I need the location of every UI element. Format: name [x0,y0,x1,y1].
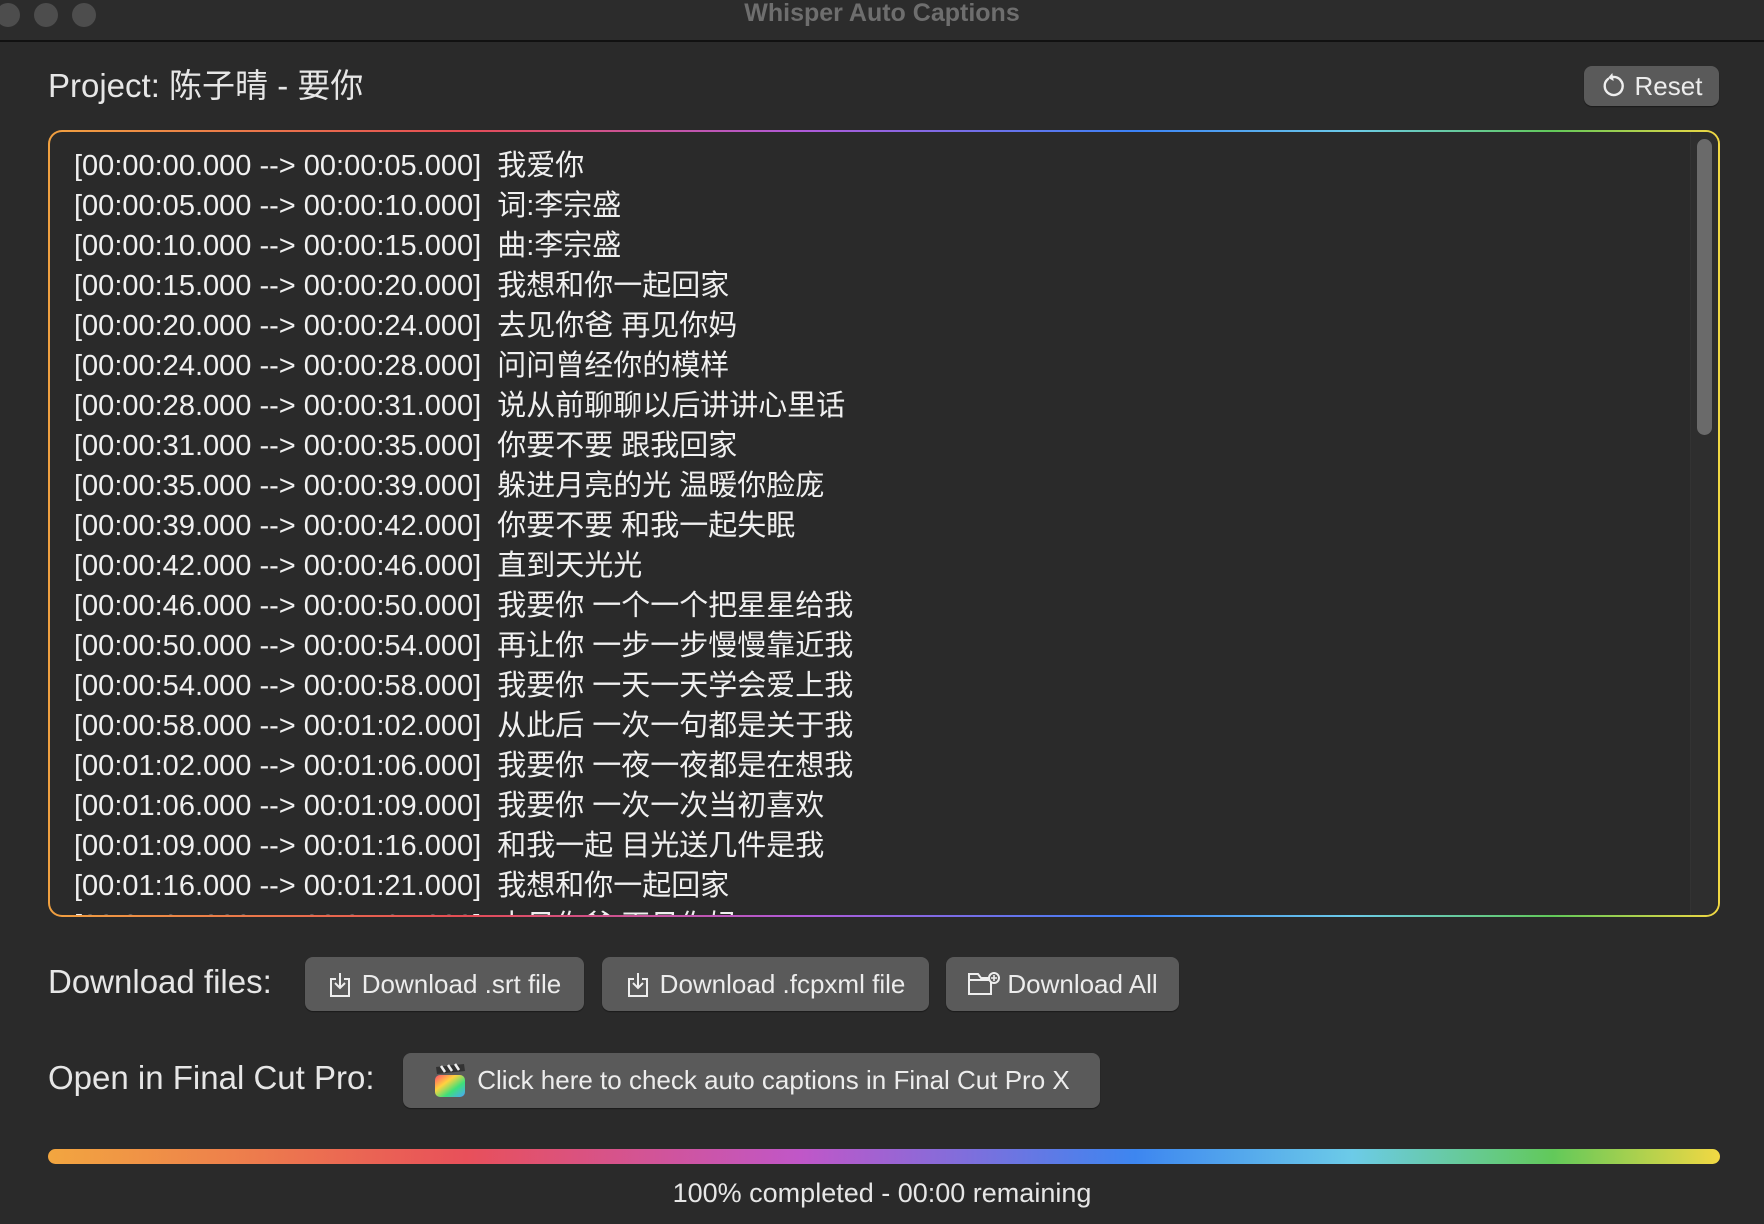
caption-line: [00:00:24.000 --> 00:00:28.000] 问问曾经你的模样 [74,350,730,382]
caption-line: [00:00:35.000 --> 00:00:39.000] 躲进月亮的光 温… [74,470,825,502]
folder-add-icon [967,970,1001,998]
reset-label: Reset [1634,70,1703,101]
final-cut-pro-icon [433,1062,467,1099]
open-final-cut-button[interactable]: Click here to check auto captions in Fin… [403,1053,1100,1108]
caption-line: [00:01:21.000 --> 00:01:25.000] 去见你爸 再见你… [74,906,853,915]
caption-line: [00:00:28.000 --> 00:00:31.000] 说从前聊聊以后讲… [74,390,846,422]
caption-line: [00:00:00.000 --> 00:00:05.000] 我爱你 [74,150,585,182]
caption-line: [00:00:42.000 --> 00:00:46.000] 直到天光光 [74,550,643,582]
download-fcpxml-label: Download .fcpxml file [659,968,906,999]
window-title: Whisper Auto Captions [744,0,1020,27]
caption-line: [00:00:31.000 --> 00:00:35.000] 你要不要 跟我回… [74,430,738,462]
download-fcpxml-button[interactable]: Download .fcpxml file [602,957,929,1011]
caption-line: [00:00:54.000 --> 00:00:58.000] 我要你 一天一天… [74,670,854,702]
final-cut-label: Open in Final Cut Pro: [48,1059,375,1096]
caption-line: [00:00:58.000 --> 00:01:02.000] 从此后 一次一句… [74,710,854,742]
caption-line: [00:00:39.000 --> 00:00:42.000] 你要不要 和我一… [74,510,796,542]
caption-line: [00:00:05.000 --> 00:00:10.000] 词:李宗盛 [74,190,622,222]
caption-line: [00:00:10.000 --> 00:00:15.000] 曲:李宗盛 [74,230,622,262]
caption-line: [00:01:16.000 --> 00:01:21.000] 我想和你一起回家 [74,870,730,902]
scrollbar-thumb[interactable] [1697,139,1712,435]
caption-line: [00:01:02.000 --> 00:01:06.000] 我要你 一夜一夜… [74,750,854,782]
download-srt-label: Download .srt file [361,968,562,999]
caption-line: [00:00:46.000 --> 00:00:50.000] 我要你 一个一个… [74,590,854,622]
project-title: Project: 陈子晴 - 要你 [48,67,364,104]
reset-button[interactable]: Reset [1584,66,1719,106]
caption-line: [00:00:15.000 --> 00:00:20.000] 我想和你一起回家 [74,270,730,302]
caption-line: [00:01:06.000 --> 00:01:09.000] 我要你 一次一次… [74,790,825,822]
reset-icon [1601,73,1625,99]
download-files-label: Download files: [48,963,272,1000]
open-final-cut-label: Click here to check auto captions in Fin… [477,1065,1070,1095]
download-all-label: Download All [1007,968,1158,999]
download-icon [328,970,352,998]
progress-bar [48,1149,1720,1164]
caption-line: [00:00:20.000 --> 00:00:24.000] 去见你爸 再见你… [74,310,738,342]
download-icon [626,970,650,998]
caption-line: [00:00:50.000 --> 00:00:54.000] 再让你 一步一步… [74,630,854,662]
title-bar: Whisper Auto Captions [0,0,1764,42]
captions-textbox[interactable]: [00:00:00.000 --> 00:00:05.000] 我爱你 [00:0… [48,130,1720,917]
captions-text[interactable]: [00:00:00.000 --> 00:00:05.000] 我爱你 [00:0… [74,146,853,915]
caption-line: [00:01:09.000 --> 00:01:16.000] 和我一起 目光送… [74,830,825,862]
progress-status: 100% completed - 00:00 remaining [672,1178,1092,1208]
download-srt-button[interactable]: Download .srt file [305,957,584,1011]
download-all-button[interactable]: Download All [946,957,1179,1011]
